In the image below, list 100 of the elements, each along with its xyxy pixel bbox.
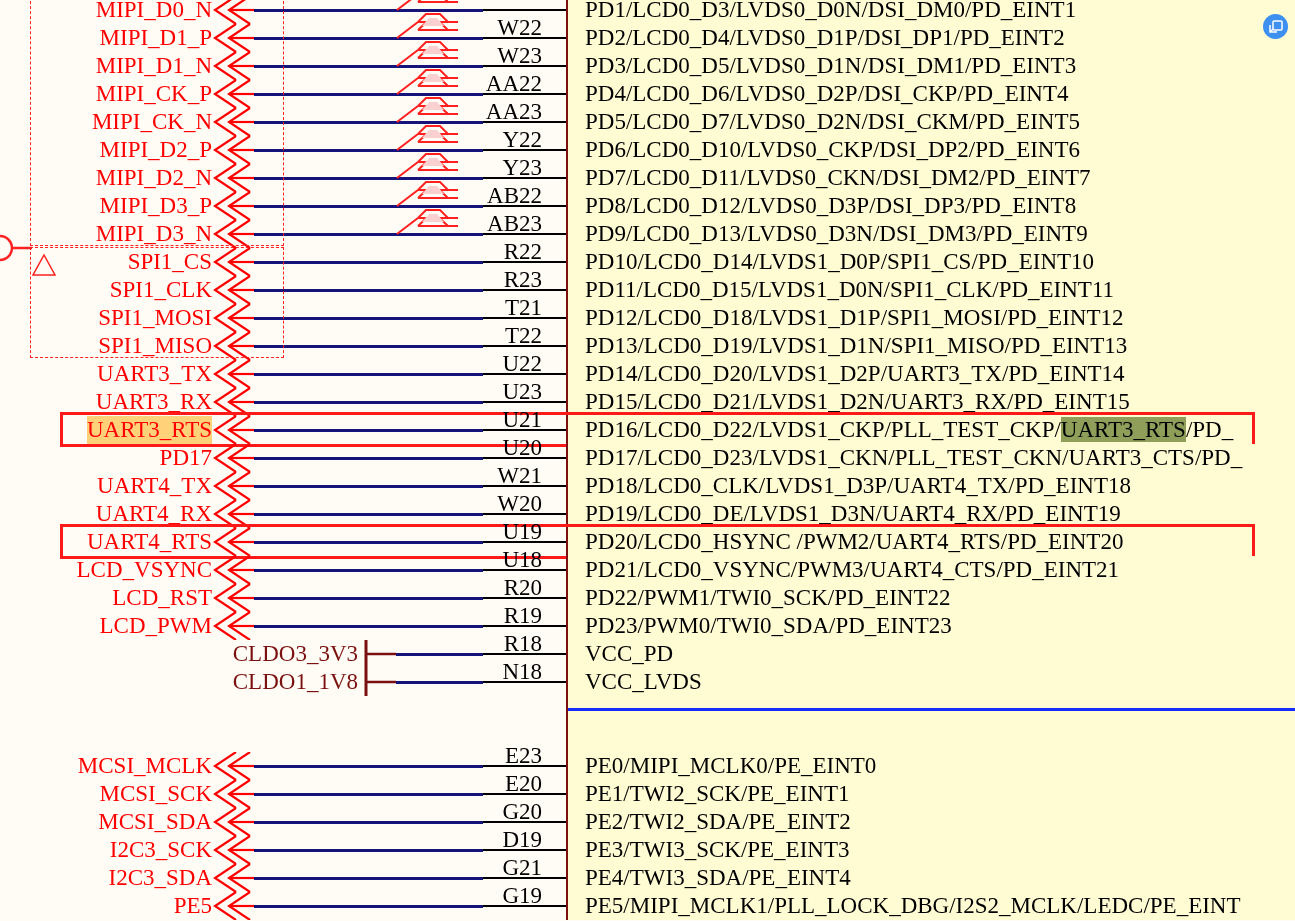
port-chevron-icon xyxy=(212,192,254,220)
pin-function-label: PD8/LCD0_D12/LVDS0_D3P/DSI_DP3/PD_EINT8 xyxy=(585,192,1077,220)
port-chevron-icon xyxy=(212,808,254,836)
net-label: I2C3_SDA xyxy=(108,864,212,892)
pin-function-label: PD4/LCD0_D6/LVDS0_D2P/DSI_CKP/PD_EINT4 xyxy=(585,80,1069,108)
net-label: I2C3_SCK xyxy=(109,836,212,864)
port-chevron-icon xyxy=(212,332,254,360)
pin-function-label: PD10/LCD0_D14/LVDS1_D0P/SPI1_CS/PD_EINT10 xyxy=(585,248,1095,276)
pin-function-label: PD11/LCD0_D15/LVDS1_D0N/SPI1_CLK/PD_EINT11 xyxy=(585,276,1115,304)
net-label: PD17 xyxy=(159,444,212,472)
port-chevron-icon xyxy=(212,220,254,248)
net-label: MCSI_SDA xyxy=(98,808,212,836)
net-label: UART4_RX xyxy=(95,500,212,528)
net-label: MIPI_D1_P xyxy=(99,24,212,52)
net-label: PE5 xyxy=(173,892,212,920)
net-label: MIPI_D3_N xyxy=(95,220,212,248)
net-label: UART3_TX xyxy=(97,360,212,388)
port-chevron-icon xyxy=(212,612,254,640)
port-chevron-icon xyxy=(212,276,254,304)
pin-function-label: VCC_PD xyxy=(585,640,674,668)
port-chevron-icon xyxy=(212,752,254,780)
pin-number: U23 xyxy=(502,382,542,402)
port-chevron-icon xyxy=(212,136,254,164)
pin-number: G20 xyxy=(502,802,542,822)
port-chevron-icon xyxy=(212,500,254,528)
screenshot-icon xyxy=(1268,19,1283,34)
pin-number: Y23 xyxy=(502,158,542,178)
triangle-icon xyxy=(32,254,56,276)
net-label: MCSI_MCLK xyxy=(77,752,212,780)
pin-number: G21 xyxy=(502,858,542,878)
pin-function-label: PD6/LCD0_D10/LVDS0_CKP/DSI_DP2/PD_EINT6 xyxy=(585,136,1080,164)
port-chevron-icon xyxy=(212,892,254,920)
pin-function-label: PD5/LCD0_D7/LVDS0_D2N/DSI_CKM/PD_EINT5 xyxy=(585,108,1080,136)
net-label: SPI1_CLK xyxy=(109,276,212,304)
port-chevron-icon xyxy=(212,584,254,612)
net-label: MIPI_CK_N xyxy=(91,108,212,136)
net-label: SPI1_MOSI xyxy=(98,304,212,332)
pin-number: D19 xyxy=(502,830,542,850)
pin-number: T21 xyxy=(504,298,542,318)
net-label: CLDO1_1V8 xyxy=(232,668,358,696)
pin-function-label: PD9/LCD0_D13/LVDS0_D3N/DSI_DM3/PD_EINT9 xyxy=(585,220,1088,248)
net-label: UART3_RX xyxy=(95,388,212,416)
pin-number: N18 xyxy=(502,662,542,682)
net-label: LCD_PWM xyxy=(99,612,212,640)
pin-number: T22 xyxy=(504,326,542,346)
port-chevron-icon xyxy=(212,416,254,444)
pin-function-label: PE0/MIPI_MCLK0/PE_EINT0 xyxy=(585,752,877,780)
pin-function-label: PD15/LCD0_D21/LVDS1_D2N/UART3_RX/PD_EINT15 xyxy=(585,388,1130,416)
net-label: MIPI_D3_P xyxy=(99,192,212,220)
pin-number: AB22 xyxy=(487,186,542,206)
pin-function-label: PD19/LCD0_DE/LVDS1_D3N/UART4_RX/PD_EINT19 xyxy=(585,500,1121,528)
pin-number: R19 xyxy=(503,606,542,626)
port-chevron-icon xyxy=(212,836,254,864)
pin-function-label: PD23/PWM0/TWI0_SDA/PD_EINT23 xyxy=(585,612,952,640)
net-label: LCD_RST xyxy=(112,584,212,612)
port-chevron-icon xyxy=(212,864,254,892)
port-chevron-icon xyxy=(212,556,254,584)
net-label: MIPI_D2_N xyxy=(95,164,212,192)
net-label: UART3_RTS xyxy=(86,416,212,444)
port-chevron-icon xyxy=(212,80,254,108)
net-label: SPI1_MISO xyxy=(98,332,212,360)
net-label: UART4_RTS xyxy=(86,528,212,556)
pin-number: E23 xyxy=(504,746,542,766)
net-label: MIPI_CK_P xyxy=(95,80,212,108)
port-chevron-icon xyxy=(212,444,254,472)
pin-function-label: PD3/LCD0_D5/LVDS0_D1N/DSI_DM1/PD_EINT3 xyxy=(585,52,1077,80)
pin-function-label: PD12/LCD0_D18/LVDS1_D1P/SPI1_MOSI/PD_EINT12 xyxy=(585,304,1124,332)
pin-function-label: PD14/LCD0_D20/LVDS1_D2P/UART3_TX/PD_EINT14 xyxy=(585,360,1125,388)
pin-function-label: PE4/TWI3_SDA/PE_EINT4 xyxy=(585,864,851,892)
net-label: MIPI_D1_N xyxy=(95,52,212,80)
pin-number: W20 xyxy=(497,494,542,514)
net-label: MCSI_SCK xyxy=(99,780,212,808)
pin-number: AA22 xyxy=(485,74,542,94)
port-chevron-icon xyxy=(212,24,254,52)
pin-number: W21 xyxy=(497,466,542,486)
port-chevron-icon xyxy=(212,52,254,80)
pin-function-label: VCC_LVDS xyxy=(585,668,702,696)
port-chevron-icon xyxy=(212,360,254,388)
pin-function-label: PE3/TWI3_SCK/PE_EINT3 xyxy=(585,836,850,864)
port-chevron-icon xyxy=(212,388,254,416)
pin-number: E20 xyxy=(504,774,542,794)
net-label: SPI1_CS xyxy=(127,248,212,276)
pin-function-label: PD13/LCD0_D19/LVDS1_D1N/SPI1_MISO/PD_EINT13 xyxy=(585,332,1128,360)
pin-function-label: PD18/LCD0_CLK/LVDS1_D3P/UART4_TX/PD_EINT18 xyxy=(585,472,1131,500)
pin-number: U22 xyxy=(502,354,542,374)
net-label: MIPI_D2_P xyxy=(99,136,212,164)
net-label: UART4_TX xyxy=(97,472,212,500)
net-label: CLDO3_3V3 xyxy=(232,640,358,668)
port-chevron-icon xyxy=(212,248,254,276)
pin-number: AA23 xyxy=(485,102,542,122)
pin-number: G19 xyxy=(502,886,542,906)
pin-number: Y22 xyxy=(502,130,542,150)
pin-number: R18 xyxy=(503,634,542,654)
port-chevron-icon xyxy=(212,0,254,24)
pin-function-label: PE5/MIPI_MCLK1/PLL_LOCK_DBG/I2S2_MCLK/LEDC/PE_EINT xyxy=(585,892,1241,920)
port-chevron-icon xyxy=(212,780,254,808)
pin-function-label: PD22/PWM1/TWI0_SCK/PD_EINT22 xyxy=(585,584,951,612)
pin-function-label: PD2/LCD0_D4/LVDS0_D1P/DSI_DP1/PD_EINT2 xyxy=(585,24,1065,52)
pin-function-label: PD17/LCD0_D23/LVDS1_CKN/PLL_TEST_CKN/UART3_CTS/PD_ xyxy=(585,444,1243,472)
port-chevron-icon xyxy=(212,528,254,556)
